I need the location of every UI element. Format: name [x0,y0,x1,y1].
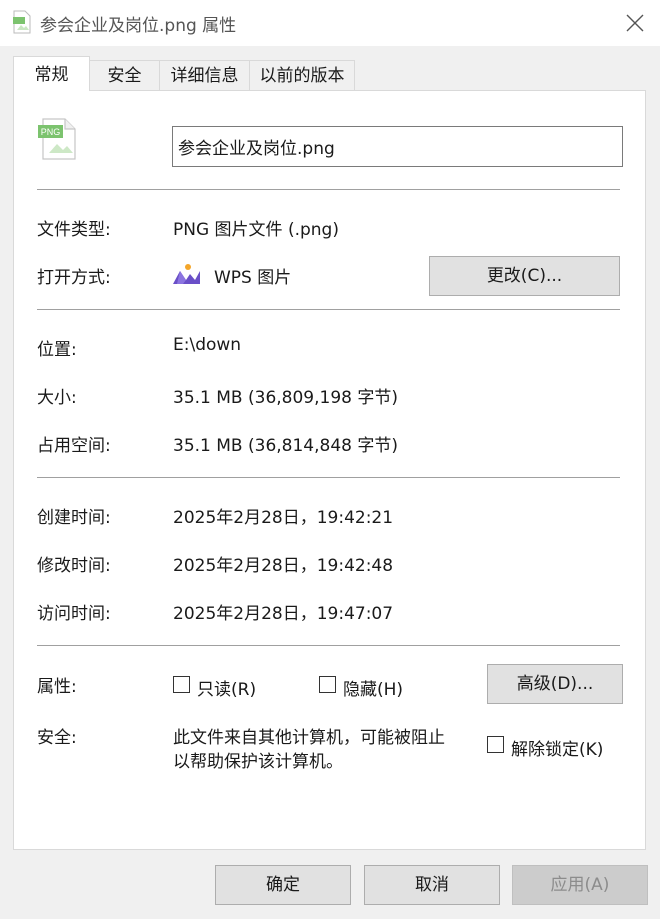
cancel-button[interactable]: 取消 [364,865,500,905]
modified-value: 2025年2月28日，19:42:48 [173,556,394,576]
advanced-button[interactable]: 高级(D)... [487,664,623,704]
readonly-checkbox[interactable] [173,676,190,693]
tab-details[interactable]: 详细信息 [159,60,250,90]
tab-previous-versions[interactable]: 以前的版本 [249,60,355,90]
separator [37,309,620,310]
separator [37,189,620,190]
ok-button[interactable]: 确定 [215,865,351,905]
apply-button[interactable]: 应用(A) [512,865,648,905]
disk-size-label: 占用空间: [37,436,111,456]
tab-security[interactable]: 安全 [89,60,160,90]
wps-picture-icon [173,264,200,284]
location-value: E:\down [173,335,242,355]
created-value: 2025年2月28日，19:42:21 [173,508,394,528]
window-title: 参会企业及岗位.png 属性 [40,16,237,36]
png-file-icon [13,10,31,34]
location-label: 位置: [37,340,77,360]
security-text-line2: 以帮助保护该计算机。 [173,752,343,772]
hidden-checkbox[interactable] [319,676,336,693]
security-text-line1: 此文件来自其他计算机，可能被阻止 [173,728,445,748]
file-name-input[interactable] [172,126,623,167]
change-button[interactable]: 更改(C)... [429,256,620,296]
png-file-icon: PNG [38,118,76,160]
hidden-label[interactable]: 隐藏(H) [343,675,403,700]
close-icon[interactable] [618,6,652,40]
separator [37,477,620,478]
accessed-value: 2025年2月28日，19:47:07 [173,604,394,624]
separator [37,645,620,646]
open-with-value: WPS 图片 [214,268,292,288]
size-value: 35.1 MB (36,809,198 字节) [173,388,398,408]
security-label: 安全: [37,728,77,748]
unblock-label[interactable]: 解除锁定(K) [511,735,603,760]
file-type-value: PNG 图片文件 (.png) [173,220,339,240]
unblock-checkbox[interactable] [487,736,504,753]
readonly-label[interactable]: 只读(R) [197,675,256,700]
open-with-label: 打开方式: [37,268,111,288]
disk-size-value: 35.1 MB (36,814,848 字节) [173,436,398,456]
created-label: 创建时间: [37,508,111,528]
accessed-label: 访问时间: [37,604,111,624]
attributes-label: 属性: [37,677,77,697]
png-badge-text: PNG [41,127,61,137]
tab-general[interactable]: 常规 [13,56,90,91]
size-label: 大小: [37,388,77,408]
modified-label: 修改时间: [37,556,111,576]
file-type-label: 文件类型: [37,220,111,240]
